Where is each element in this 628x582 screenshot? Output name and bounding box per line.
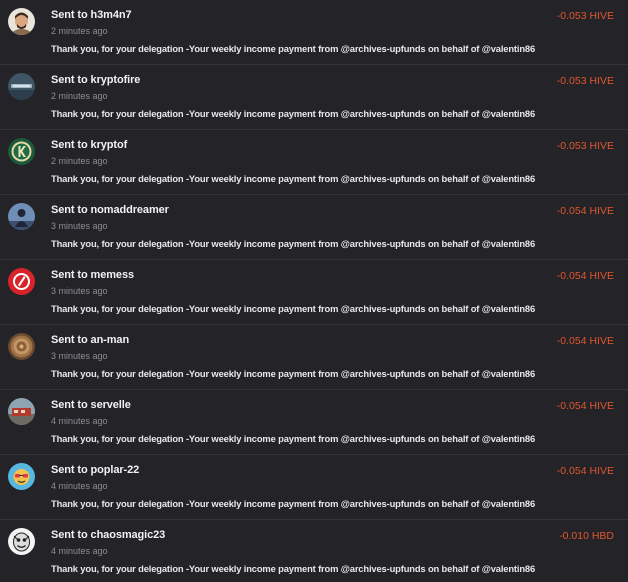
transfer-title: Sent to kryptofire: [51, 74, 140, 86]
transfer-row: Sent to nomaddreamer 3 minutes ago Thank…: [0, 195, 628, 260]
transfer-amount: -0.054 HIVE: [556, 270, 614, 282]
transfer-time: 3 minutes ago: [51, 221, 108, 231]
transfer-title: Sent to servelle: [51, 399, 131, 411]
transfer-amount: -0.053 HIVE: [556, 140, 614, 152]
transfer-prefix: Sent to: [51, 139, 88, 151]
transfer-title: Sent to kryptof: [51, 139, 127, 151]
recipient-link[interactable]: nomaddreamer: [91, 204, 169, 216]
avatar-kryptofire[interactable]: [8, 73, 35, 100]
transfer-prefix: Sent to: [51, 74, 88, 86]
transfer-memo: Thank you, for your delegation -Your wee…: [51, 173, 536, 184]
transfer-memo: Thank you, for your delegation -Your wee…: [51, 498, 536, 509]
transfer-amount: -0.053 HIVE: [556, 10, 614, 22]
transfer-time: 4 minutes ago: [51, 546, 108, 556]
transfer-time: 3 minutes ago: [51, 351, 108, 361]
recipient-link[interactable]: poplar-22: [91, 464, 140, 476]
recipient-link[interactable]: servelle: [91, 399, 131, 411]
transfer-title: Sent to poplar-22: [51, 464, 139, 476]
transfer-amount: -0.054 HIVE: [556, 400, 614, 412]
transfer-row: Sent to chaosmagic23 4 minutes ago Thank…: [0, 520, 628, 582]
transfer-prefix: Sent to: [51, 204, 88, 216]
transfer-time: 4 minutes ago: [51, 481, 108, 491]
avatar-h3m4n7[interactable]: [8, 8, 35, 35]
transfer-prefix: Sent to: [51, 399, 88, 411]
transfer-row: Sent to kryptofire 2 minutes ago Thank y…: [0, 65, 628, 130]
recipient-link[interactable]: kryptofire: [91, 74, 141, 86]
transfer-memo: Thank you, for your delegation -Your wee…: [51, 108, 536, 119]
transfer-memo: Thank you, for your delegation -Your wee…: [51, 433, 536, 444]
avatar-nomaddreamer[interactable]: [8, 203, 35, 230]
transfer-history-list: Sent to h3m4n7 2 minutes ago Thank you, …: [0, 0, 628, 582]
transfer-time: 2 minutes ago: [51, 91, 108, 101]
transfer-amount: -0.054 HIVE: [556, 205, 614, 217]
recipient-link[interactable]: an-man: [91, 334, 130, 346]
transfer-prefix: Sent to: [51, 529, 88, 541]
recipient-link[interactable]: h3m4n7: [91, 9, 132, 21]
transfer-title: Sent to chaosmagic23: [51, 529, 165, 541]
transfer-row: Sent to poplar-22 4 minutes ago Thank yo…: [0, 455, 628, 520]
transfer-row: Sent to servelle 4 minutes ago Thank you…: [0, 390, 628, 455]
transfer-amount: -0.054 HIVE: [556, 335, 614, 347]
transfer-memo: Thank you, for your delegation -Your wee…: [51, 43, 536, 54]
transfer-row: Sent to an-man 3 minutes ago Thank you, …: [0, 325, 628, 390]
transfer-memo: Thank you, for your delegation -Your wee…: [51, 303, 536, 314]
transfer-amount: -0.054 HIVE: [556, 465, 614, 477]
avatar-chaosmagic23[interactable]: [8, 528, 35, 555]
transfer-prefix: Sent to: [51, 269, 88, 281]
transfer-row: Sent to h3m4n7 2 minutes ago Thank you, …: [0, 0, 628, 65]
transfer-title: Sent to memess: [51, 269, 134, 281]
recipient-link[interactable]: memess: [91, 269, 135, 281]
transfer-time: 4 minutes ago: [51, 416, 108, 426]
transfer-memo: Thank you, for your delegation -Your wee…: [51, 563, 536, 574]
transfer-time: 3 minutes ago: [51, 286, 108, 296]
avatar-an-man[interactable]: [8, 333, 35, 360]
transfer-row: Sent to kryptof 2 minutes ago Thank you,…: [0, 130, 628, 195]
transfer-time: 2 minutes ago: [51, 26, 108, 36]
transfer-amount: -0.053 HIVE: [556, 75, 614, 87]
avatar-poplar-22[interactable]: [8, 463, 35, 490]
avatar-servelle[interactable]: [8, 398, 35, 425]
recipient-link[interactable]: chaosmagic23: [91, 529, 166, 541]
transfer-amount: -0.010 HBD: [559, 530, 614, 542]
recipient-link[interactable]: kryptof: [91, 139, 128, 151]
transfer-row: Sent to memess 3 minutes ago Thank you, …: [0, 260, 628, 325]
transfer-title: Sent to h3m4n7: [51, 9, 132, 21]
transfer-title: Sent to nomaddreamer: [51, 204, 169, 216]
transfer-prefix: Sent to: [51, 9, 88, 21]
transfer-memo: Thank you, for your delegation -Your wee…: [51, 238, 536, 249]
transfer-prefix: Sent to: [51, 464, 88, 476]
transfer-prefix: Sent to: [51, 334, 88, 346]
avatar-memess[interactable]: [8, 268, 35, 295]
avatar-kryptof[interactable]: [8, 138, 35, 165]
transfer-memo: Thank you, for your delegation -Your wee…: [51, 368, 536, 379]
transfer-time: 2 minutes ago: [51, 156, 108, 166]
transfer-title: Sent to an-man: [51, 334, 129, 346]
